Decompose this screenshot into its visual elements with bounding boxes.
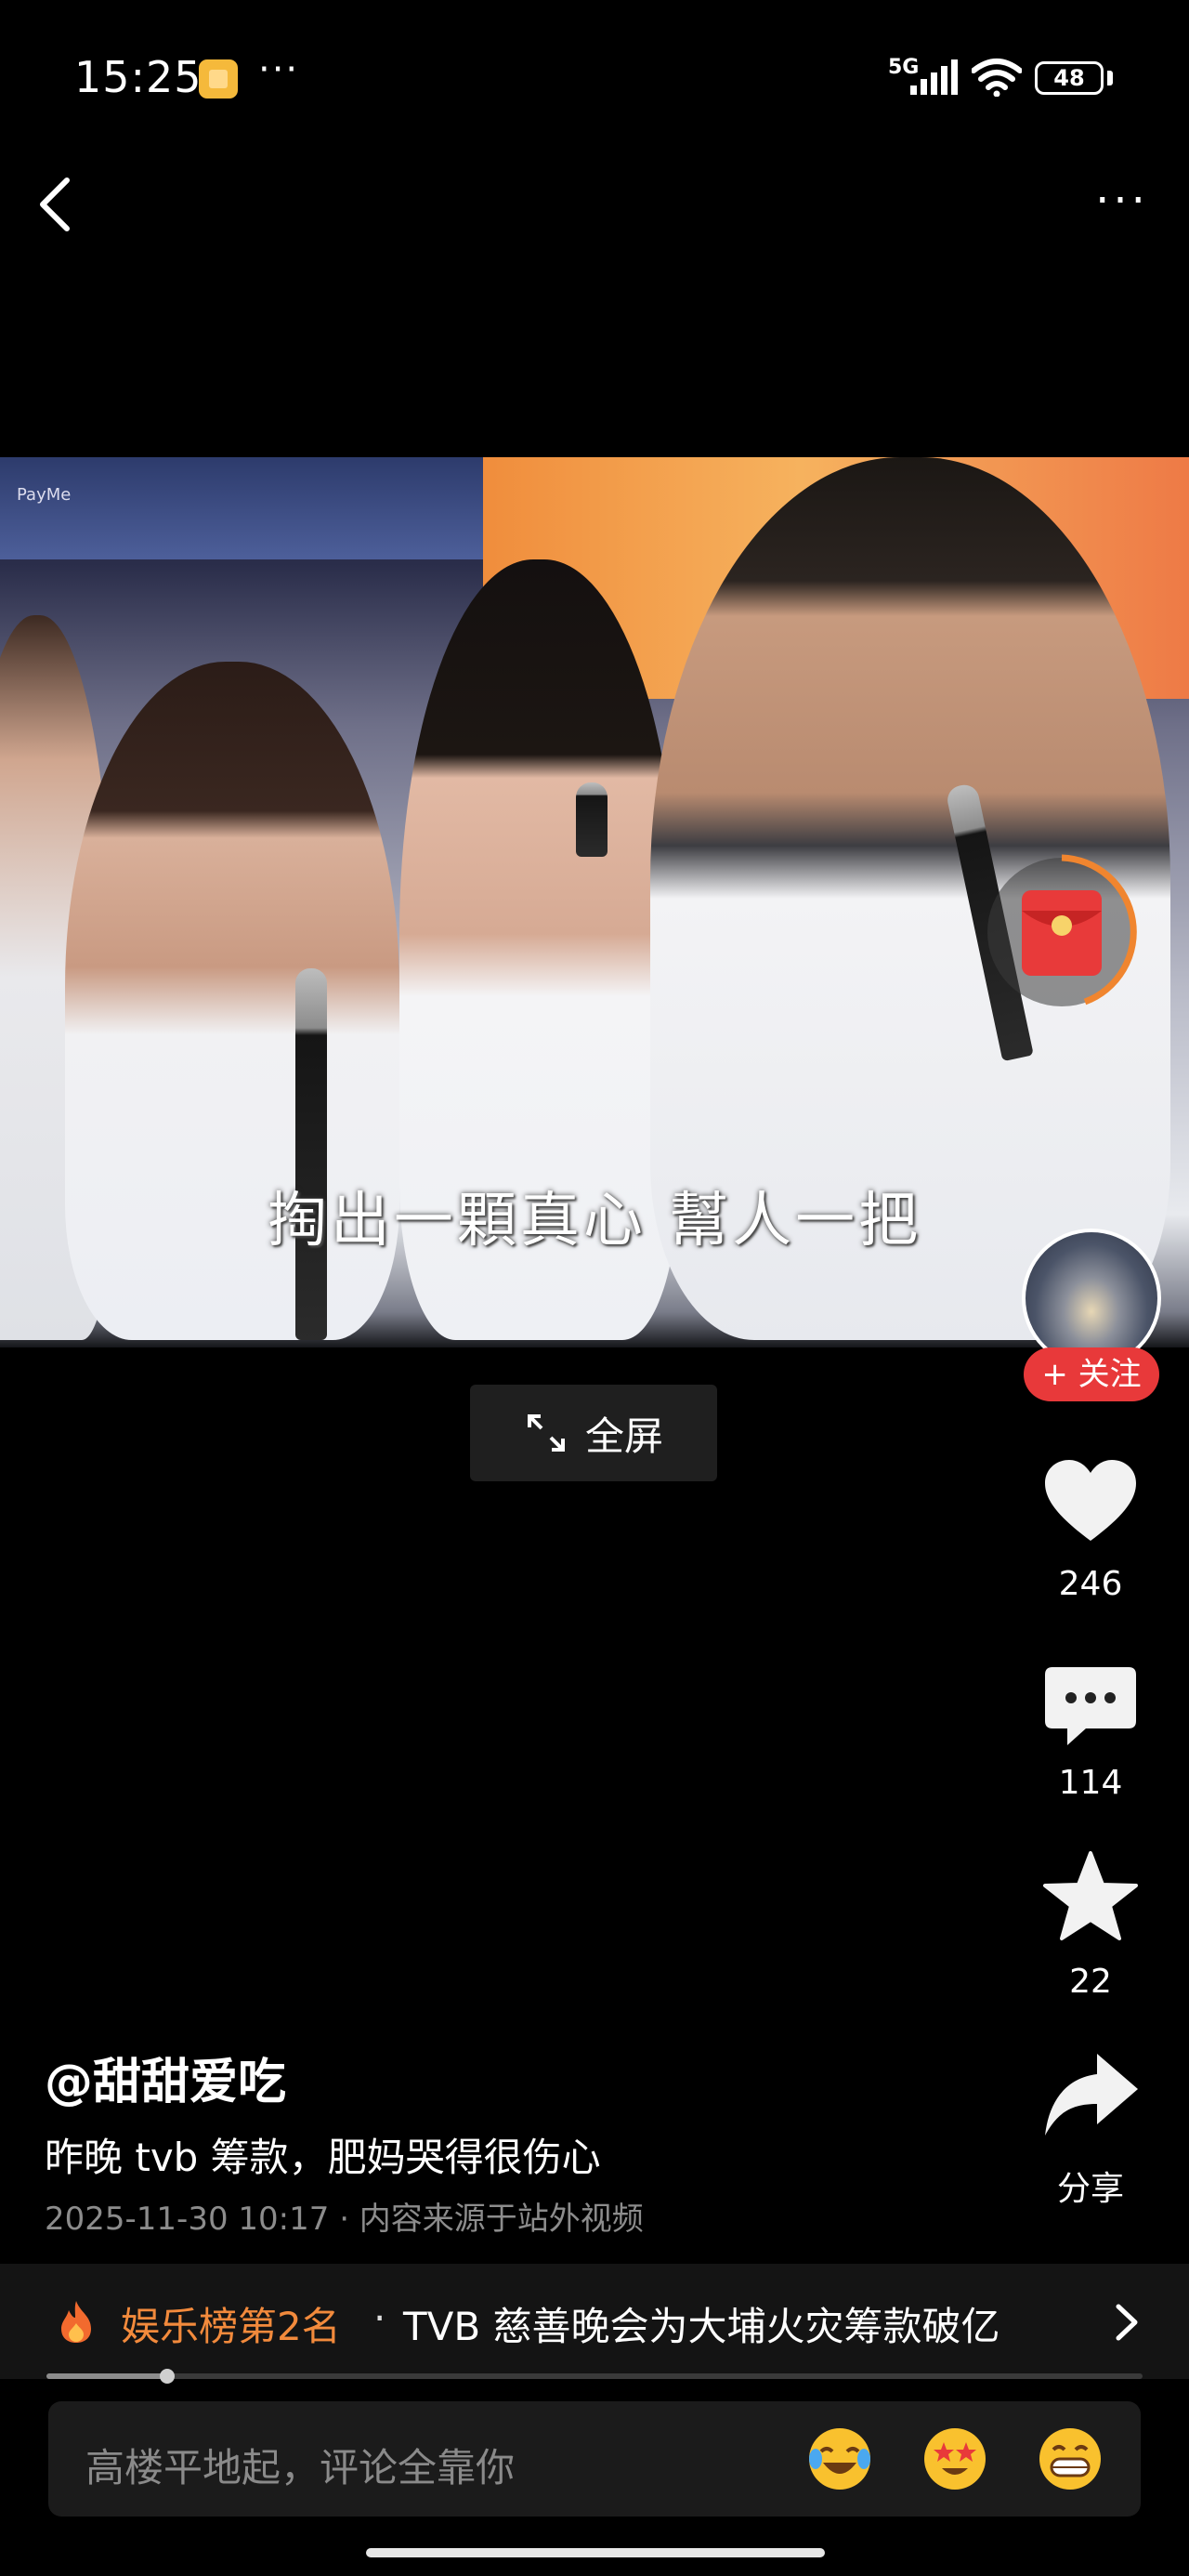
star-eyes-emoji[interactable] <box>921 2425 988 2492</box>
trending-title: TVB 慈善晚会为大埔火灾筹款破亿 <box>403 2304 1000 2349</box>
post-meta: 2025-11-30 10:17 · 内容来源于站外视频 <box>45 2201 644 2238</box>
post-description: 昨晚 tvb 筹款，肥妈哭得很伤心 <box>45 2135 601 2180</box>
notes-app-icon <box>199 59 238 99</box>
microphone <box>576 782 608 857</box>
video-progress-fill <box>46 2373 167 2379</box>
video-corner-text: PayMe <box>17 485 72 505</box>
chevron-left-icon[interactable] <box>28 167 80 242</box>
author-name[interactable]: @甜甜爱吃 <box>45 2043 286 2112</box>
video-progress-handle[interactable] <box>160 2369 175 2384</box>
home-indicator[interactable] <box>366 2548 825 2557</box>
video-progress-track[interactable] <box>46 2373 1143 2379</box>
status-more-indicator: ··· <box>258 48 300 91</box>
share-arrow-icon[interactable] <box>1039 2048 1142 2141</box>
trending-separator: · <box>373 2295 386 2341</box>
battery-indicator: 48 <box>1035 61 1104 95</box>
cellular-signal-icon <box>910 59 958 95</box>
fire-icon <box>61 2301 91 2343</box>
favorite-count: 22 <box>1069 1963 1112 2001</box>
heart-icon[interactable] <box>1039 1455 1142 1548</box>
red-packet-icon[interactable] <box>983 853 1141 1011</box>
more-dots-icon[interactable]: ··· <box>1085 178 1159 229</box>
video-subtitle: 掏出一顆真心 幫人一把 <box>267 1187 922 1255</box>
comment-input-placeholder[interactable]: 高楼平地起，评论全靠你 <box>85 2437 515 2493</box>
star-icon[interactable] <box>1039 1849 1142 1942</box>
share-label: 分享 <box>1056 2170 1124 2208</box>
grinning-emoji[interactable] <box>1037 2425 1104 2492</box>
battery-tip <box>1107 71 1113 85</box>
microphone <box>295 968 327 1340</box>
fullscreen-button[interactable]: 全屏 <box>470 1385 717 1481</box>
like-count: 246 <box>1058 1565 1123 1603</box>
follow-button[interactable]: + 关注 <box>1024 1347 1159 1401</box>
wifi-icon <box>972 59 1022 97</box>
expand-icon <box>527 1414 565 1452</box>
status-time: 15:25 <box>74 52 203 102</box>
chevron-right-icon[interactable] <box>1111 2301 1143 2344</box>
laughing-crying-emoji[interactable] <box>806 2425 873 2492</box>
comment-icon[interactable] <box>1039 1660 1142 1753</box>
video-backdrop-banner <box>0 457 483 559</box>
fullscreen-label: 全屏 <box>584 1413 663 1459</box>
comment-count: 114 <box>1058 1764 1123 1802</box>
trending-rank: 娱乐榜第2名 <box>121 2304 341 2349</box>
